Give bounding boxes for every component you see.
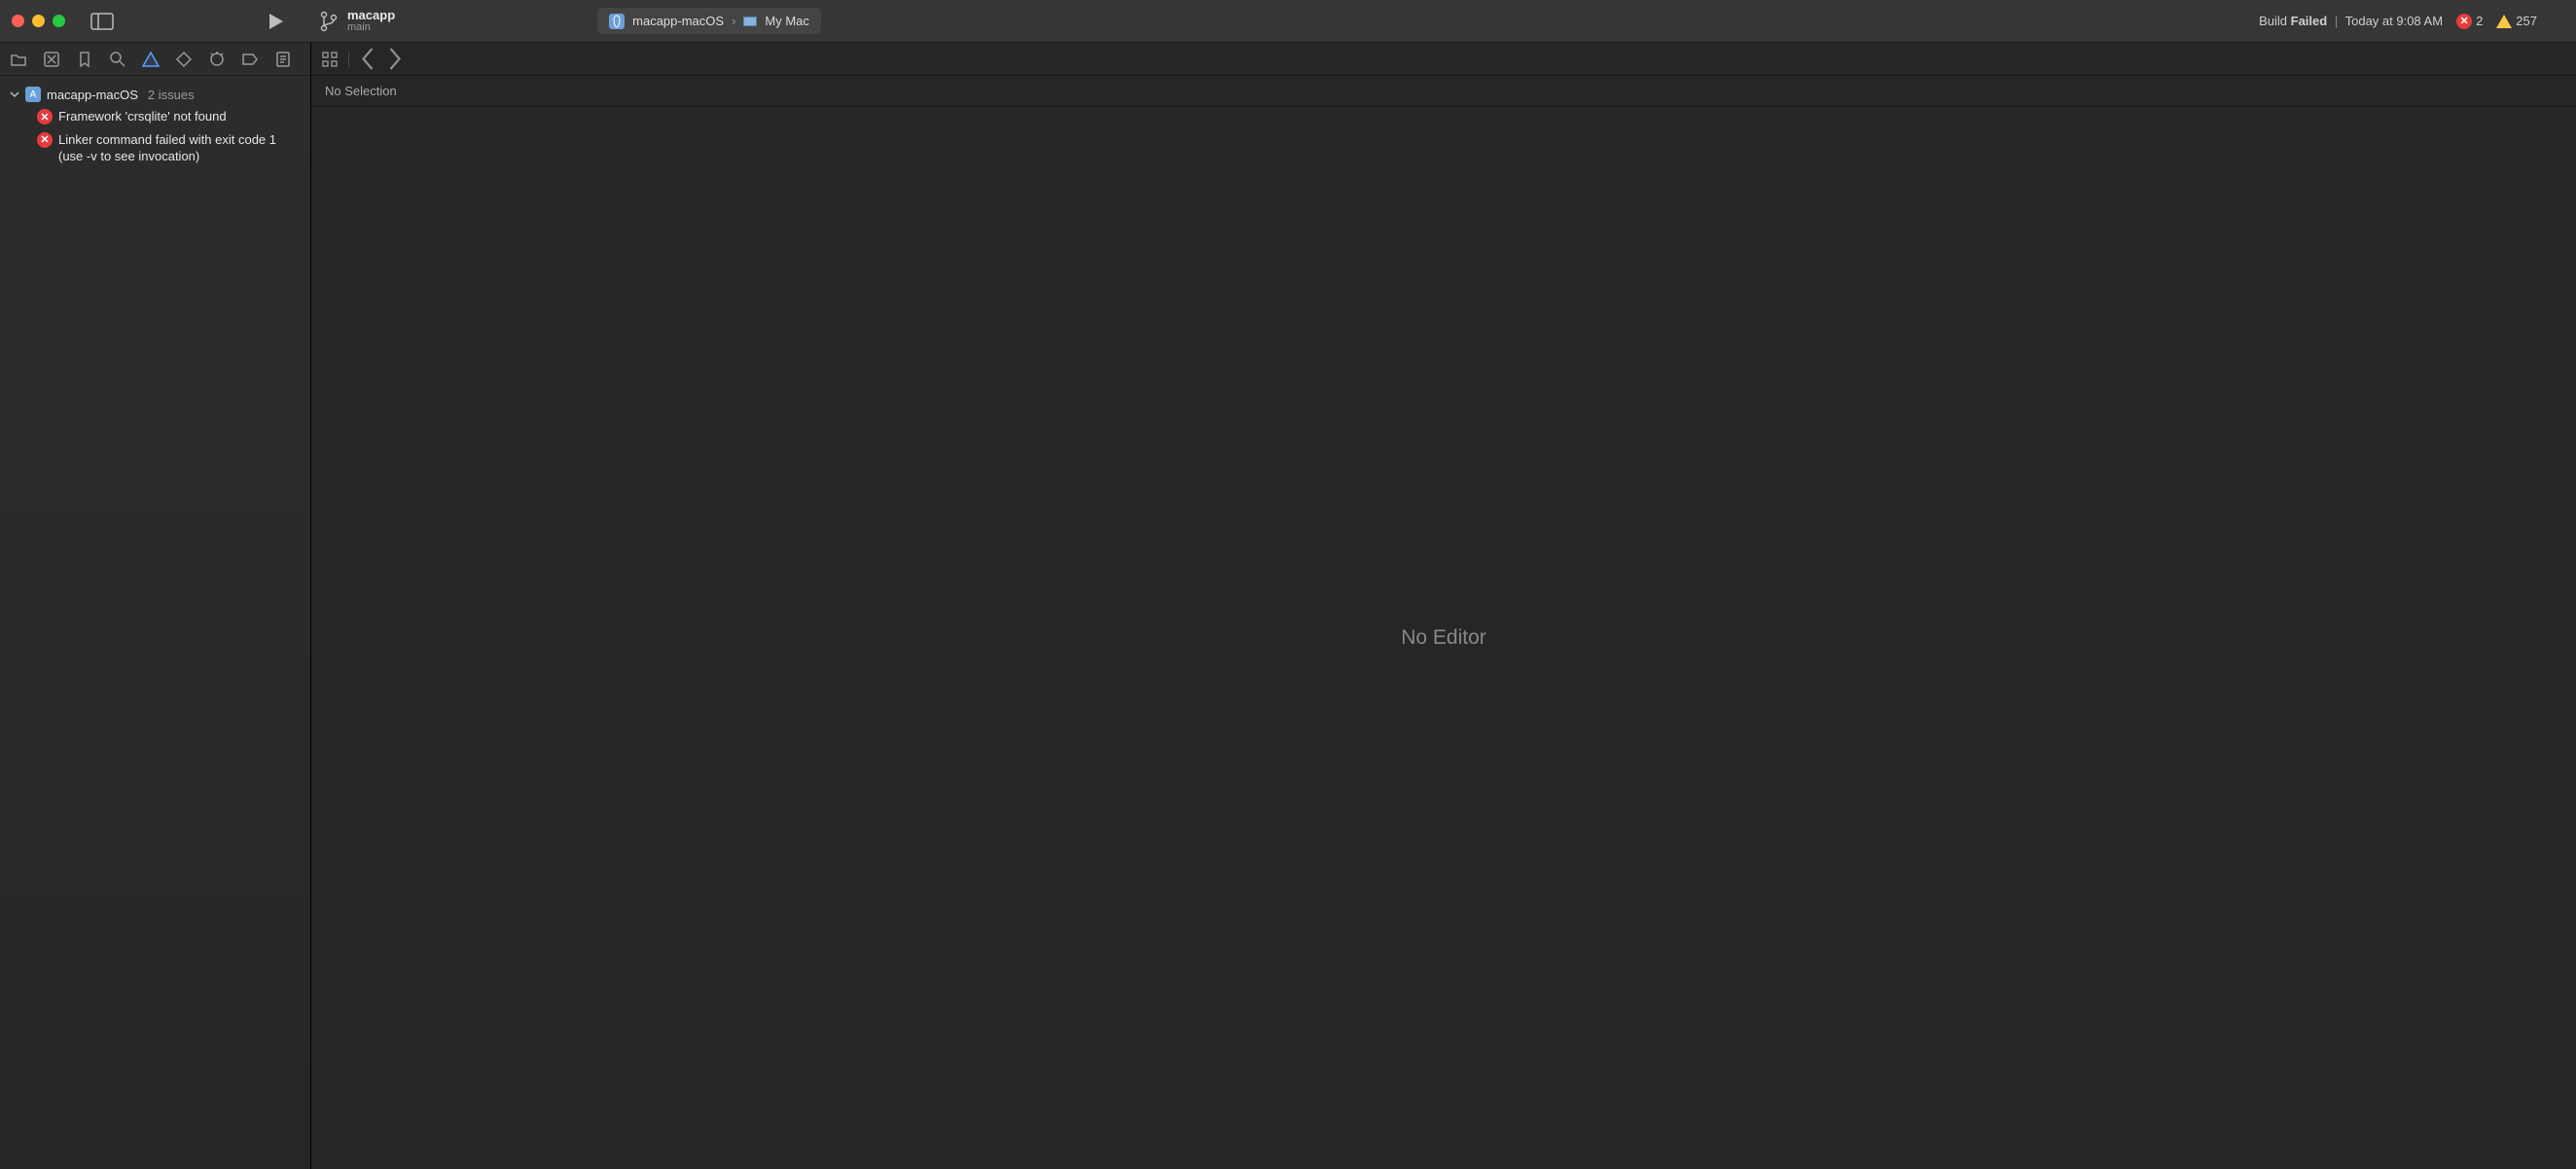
warning-icon <box>2496 15 2512 28</box>
run-button[interactable] <box>266 12 285 31</box>
nav-back-button[interactable] <box>359 51 376 68</box>
editor-area: No Editor <box>311 107 2576 1169</box>
status-prefix: Build <box>2259 14 2287 28</box>
status-time: Today at 9:08 AM <box>2345 14 2443 28</box>
disclosure-icon[interactable] <box>10 89 19 99</box>
project-root-label: macapp-macOS <box>47 88 138 102</box>
error-icon: ✕ <box>37 132 53 148</box>
destination-label: My Mac <box>765 14 809 28</box>
search-icon <box>109 51 126 68</box>
bookmark-icon <box>76 51 93 68</box>
app-icon <box>609 14 625 29</box>
warning-count-badge[interactable]: 257 <box>2496 14 2537 28</box>
chevron-down-icon <box>10 89 19 99</box>
chevron-left-icon <box>359 46 376 72</box>
error-count-label: 2 <box>2476 14 2483 28</box>
play-icon <box>266 12 285 31</box>
breakpoint-navigator-tab[interactable] <box>241 51 259 68</box>
bookmarks-navigator-tab[interactable] <box>76 51 93 68</box>
project-navigator-tab[interactable] <box>10 51 27 68</box>
jump-bar-text: No Selection <box>325 84 397 98</box>
report-icon <box>274 51 292 68</box>
report-navigator-tab[interactable] <box>274 51 292 68</box>
warning-count-label: 257 <box>2516 14 2537 28</box>
debug-icon <box>208 51 226 68</box>
jump-bar[interactable]: No Selection <box>311 76 2576 107</box>
body: A macapp-macOS 2 issues ✕ Framework 'crs… <box>0 43 2576 1169</box>
branch-text: macapp main <box>347 9 395 33</box>
error-icon: ✕ <box>2456 14 2472 29</box>
find-navigator-tab[interactable] <box>109 51 126 68</box>
source-control-navigator-tab[interactable] <box>43 51 60 68</box>
test-icon <box>175 51 193 68</box>
debug-navigator-tab[interactable] <box>208 51 226 68</box>
issue-tree: A macapp-macOS 2 issues ✕ Framework 'crs… <box>0 76 310 176</box>
maximize-window-button[interactable] <box>53 15 65 27</box>
editor-placeholder-label: No Editor <box>1401 626 1486 650</box>
issue-row[interactable]: ✕ Framework 'crsqlite' not found <box>6 105 304 128</box>
issue-text: Framework 'crsqlite' not found <box>58 108 227 125</box>
error-icon: ✕ <box>37 109 53 124</box>
git-branch-icon <box>320 11 338 32</box>
scheme-name-label: macapp-macOS <box>632 14 724 28</box>
build-status-text[interactable]: Build Failed | Today at 9:08 AM <box>2259 14 2443 28</box>
mac-icon <box>743 17 757 26</box>
main-area: No Selection No Editor <box>311 43 2576 1169</box>
breakpoint-icon <box>241 51 259 68</box>
folder-icon <box>10 51 27 68</box>
divider <box>348 52 349 67</box>
scheme-separator-label: › <box>732 14 735 28</box>
status-word: Failed <box>2291 14 2328 28</box>
grid-icon <box>321 51 339 68</box>
minimize-window-button[interactable] <box>32 15 45 27</box>
error-count-badge[interactable]: ✕ 2 <box>2456 14 2483 29</box>
editor-bar <box>311 43 2576 76</box>
project-issues-root[interactable]: A macapp-macOS 2 issues <box>6 84 304 105</box>
xcode-window: macapp main macapp-macOS › My Mac Build … <box>0 0 2576 1169</box>
close-window-button[interactable] <box>12 15 24 27</box>
titlebar: macapp main macapp-macOS › My Mac Build … <box>0 0 2576 43</box>
scheme-selector[interactable]: macapp-macOS › My Mac <box>597 8 821 34</box>
sidebar: A macapp-macOS 2 issues ✕ Framework 'crs… <box>0 43 311 1169</box>
app-glyph-icon <box>609 14 625 29</box>
issue-navigator-tab[interactable] <box>142 51 160 68</box>
project-name-label: macapp <box>347 9 395 22</box>
sidebar-toggle-button[interactable] <box>90 13 114 30</box>
branch-block[interactable]: macapp main <box>320 9 395 33</box>
nav-forward-button[interactable] <box>386 51 404 68</box>
project-icon: A <box>25 87 41 102</box>
chevron-right-icon <box>386 46 404 72</box>
status-sep: | <box>2335 14 2338 28</box>
issue-text: Linker command failed with exit code 1 (… <box>58 131 301 165</box>
issues-count-label: 2 issues <box>148 88 195 102</box>
traffic-lights <box>12 15 65 27</box>
issue-row[interactable]: ✕ Linker command failed with exit code 1… <box>6 128 304 168</box>
navigator-tabs <box>0 43 310 76</box>
branch-name-label: main <box>347 22 395 34</box>
issue-triangle-icon <box>142 51 160 68</box>
status-block: Build Failed | Today at 9:08 AM ✕ 2 257 <box>2259 14 2576 29</box>
scm-icon <box>43 51 60 68</box>
sidebar-panel-icon <box>90 13 114 30</box>
test-navigator-tab[interactable] <box>175 51 193 68</box>
related-items-button[interactable] <box>321 51 339 68</box>
